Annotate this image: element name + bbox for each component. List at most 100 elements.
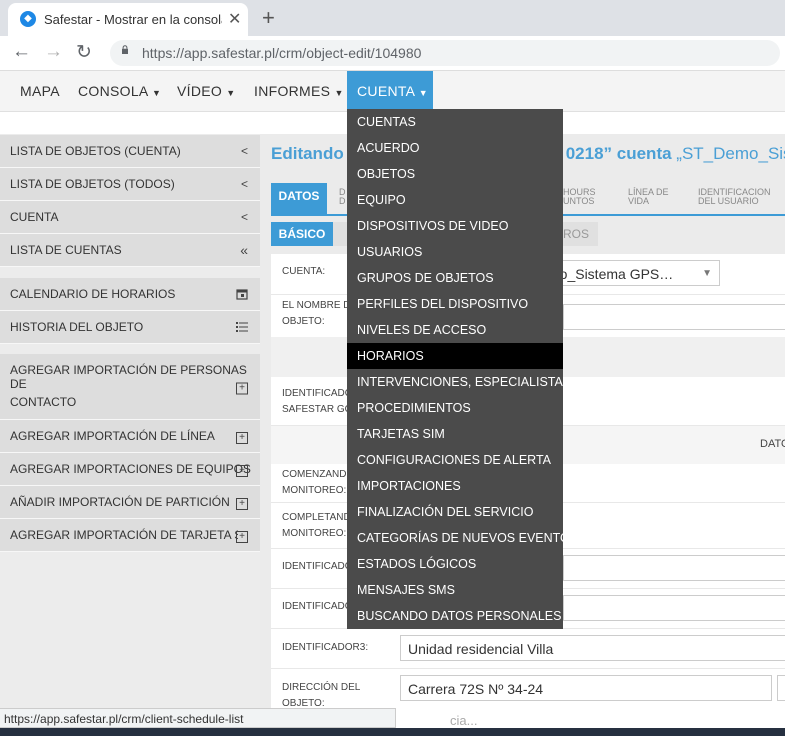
tab-datos[interactable]: DATOS <box>271 183 327 216</box>
object-name-label-b: OBJETO: <box>282 316 325 327</box>
sidebar-item-label-line2: CONTACTO <box>10 395 77 409</box>
nav-informes-label: INFORMES <box>254 83 331 99</box>
nav-video-label: VÍDEO <box>177 83 223 99</box>
double-chevron-left-icon: « <box>240 242 248 258</box>
nav-mapa[interactable]: MAPA <box>20 71 60 111</box>
caret-down-icon: ▼ <box>418 88 428 98</box>
main-nav: MAPA CONSOLA ▼ VÍDEO ▼ INFORMES ▼ CUENTA… <box>0 71 785 112</box>
sidebar-item-import-contacts[interactable]: AGREGAR IMPORTACIÓN DE PERSONAS DE CONTA… <box>0 354 260 420</box>
start-monitoring-label-b: MONITOREO: <box>282 485 347 496</box>
menu-item-access-levels[interactable]: NIVELES DE ACCESO <box>347 317 563 343</box>
menu-item-objetos[interactable]: OBJETOS <box>347 161 563 187</box>
start-monitoring-label: COMENZANDO MONITOREO: <box>282 467 354 499</box>
tab-user-id-b: DEL USUARIO <box>698 196 759 206</box>
url-input[interactable]: https://app.safestar.pl/crm/object-edit/… <box>110 40 780 66</box>
sidebar-item-import-sim[interactable]: AGREGAR IMPORTACIÓN DE TARJETA SIM + <box>0 519 260 552</box>
menu-item-cuentas[interactable]: CUENTAS <box>347 109 563 135</box>
url-host: https://app.safestar.pl <box>142 45 276 61</box>
address-label-a: DIRECCIÓN DEL <box>282 682 361 693</box>
object-name-label: EL NOMBRE D OBJETO: <box>282 298 351 330</box>
sidebar-item-object-history[interactable]: HISTORIA DEL OBJETO <box>0 311 260 344</box>
menu-item-alert-settings[interactable]: CONFIGURACIONES DE ALERTA <box>347 447 563 473</box>
cuenta-select[interactable]: mo_Sistema GPS… ▼ <box>540 260 720 286</box>
ident-gps-label: IDENTIFICADO SAFESTAR GO <box>282 386 353 418</box>
tab-hours[interactable]: HOURS UNTOS <box>563 188 596 221</box>
sidebar-item-account[interactable]: CUENTA < <box>0 201 260 234</box>
cuenta-select-value: mo_Sistema GPS… <box>548 266 674 282</box>
menu-item-personal-data-search[interactable]: BUSCANDO DATOS PERSONALES <box>347 603 563 629</box>
caret-down-icon: ▼ <box>334 88 344 98</box>
tab-hidden-1[interactable]: DD <box>339 188 346 221</box>
sidebar-item-label: AÑADIR IMPORTACIÓN DE PARTICIÓN <box>10 495 230 509</box>
menu-item-logical-states[interactable]: ESTADOS LÓGICOS <box>347 551 563 577</box>
cuenta-dropdown-menu: CUENTAS ACUERDO OBJETOS EQUIPO DISPOSITI… <box>347 109 578 629</box>
sidebar-item-label: CUENTA <box>10 210 59 224</box>
plus-box-icon: + <box>236 486 248 518</box>
new-tab-icon[interactable]: + <box>262 5 275 31</box>
identifier2-input[interactable] <box>563 595 785 621</box>
tab-user-id[interactable]: IDENTIFICACION DEL USUARIO <box>698 188 771 221</box>
plus-box-icon: + <box>236 379 248 394</box>
sidebar-item-label: LISTA DE CUENTAS <box>10 243 122 257</box>
sidebar-item-objects-all[interactable]: LISTA DE OBJETOS (TODOS) < <box>0 168 260 201</box>
menu-item-horarios[interactable]: HORARIOS <box>347 343 563 369</box>
end-monitoring-label-a: COMPLETAND <box>282 512 351 523</box>
tab-basico[interactable]: BÁSICO <box>271 222 333 246</box>
menu-item-object-groups[interactable]: GRUPOS DE OBJETOS <box>347 265 563 291</box>
list-icon <box>236 322 248 332</box>
tab-hours-b: UNTOS <box>563 196 595 206</box>
identifier3-input[interactable]: Unidad residencial Villa <box>400 635 785 661</box>
menu-item-interventions[interactable]: INTERVENCIONES, ESPECIALISTAS <box>347 369 571 395</box>
taskbar-strip <box>0 728 785 736</box>
sidebar-item-objects-account[interactable]: LISTA DE OBJETOS (CUENTA) < <box>0 135 260 168</box>
tab-lifeline[interactable]: LÍNEA DE VIDA <box>628 188 669 221</box>
plus-box-icon: + <box>236 453 248 485</box>
tab-subtab-ros[interactable]: ROS <box>563 227 589 241</box>
menu-item-service-end[interactable]: FINALIZACIÓN DEL SERVICIO <box>347 499 563 525</box>
ident-gps-label-b: SAFESTAR GO <box>282 404 353 415</box>
nav-video[interactable]: VÍDEO ▼ <box>177 71 236 111</box>
menu-item-sim-cards[interactable]: TARJETAS SIM <box>347 421 563 447</box>
sidebar-item-import-partition[interactable]: AÑADIR IMPORTACIÓN DE PARTICIÓN + <box>0 486 260 519</box>
address-extra-button[interactable] <box>777 675 785 701</box>
address-input[interactable]: Carrera 72S Nº 34-24 <box>400 675 772 701</box>
identifier1-input[interactable] <box>563 555 785 581</box>
menu-item-procedures[interactable]: PROCEDIMIENTOS <box>347 395 563 421</box>
nav-informes[interactable]: INFORMES ▼ <box>254 71 344 111</box>
browser-tab[interactable]: ◆ Safestar - Mostrar en la consola ✕ <box>8 3 248 36</box>
menu-item-video-devices[interactable]: DISPOSITIVOS DE VIDEO <box>347 213 563 239</box>
chevron-left-icon: < <box>240 210 248 224</box>
menu-item-acuerdo[interactable]: ACUERDO <box>347 135 563 161</box>
divider <box>271 668 785 669</box>
bottom-hint-text: cia... <box>450 713 478 728</box>
ident-gps-label-a: IDENTIFICADO <box>282 388 353 399</box>
sidebar-item-import-equipment[interactable]: AGREGAR IMPORTACIONES DE EQUIPOS + <box>0 453 260 486</box>
menu-item-event-categories[interactable]: CATEGORÍAS DE NUEVOS EVENTOS <box>347 525 578 551</box>
sidebar-item-label: LISTA DE OBJETOS (TODOS) <box>10 177 175 191</box>
forward-arrow-icon[interactable]: → <box>44 41 63 63</box>
chevron-down-icon: ▼ <box>702 268 712 279</box>
menu-item-usuarios[interactable]: USUARIOS <box>347 239 563 265</box>
menu-item-equipo[interactable]: EQUIPO <box>347 187 563 213</box>
object-name-label-a: EL NOMBRE D <box>282 300 351 311</box>
tab-close-icon[interactable]: ✕ <box>228 9 241 29</box>
sidebar-item-label: AGREGAR IMPORTACIONES DE EQUIPOS <box>10 462 251 476</box>
back-arrow-icon[interactable]: ← <box>12 41 31 63</box>
menu-item-imports[interactable]: IMPORTACIONES <box>347 473 563 499</box>
sidebar-item-accounts-list[interactable]: LISTA DE CUENTAS « <box>0 234 260 267</box>
plus-box-icon: + <box>236 420 248 452</box>
end-monitoring-label: COMPLETAND MONITOREO: <box>282 510 351 542</box>
title-account: „ST_Demo_Siste <box>676 144 785 163</box>
object-name-input[interactable] <box>563 304 785 330</box>
caret-down-icon: ▼ <box>152 88 162 98</box>
sidebar-item-schedule-calendar[interactable]: CALENDARIO DE HORARIOS <box>0 278 260 311</box>
calendar-icon <box>236 289 248 300</box>
chevron-left-icon: < <box>240 177 248 191</box>
menu-item-device-profiles[interactable]: PERFILES DEL DISPOSITIVO <box>347 291 563 317</box>
sidebar-item-import-line[interactable]: AGREGAR IMPORTACIÓN DE LÍNEA + <box>0 420 260 453</box>
menu-item-sms-messages[interactable]: MENSAJES SMS <box>347 577 563 603</box>
nav-consola[interactable]: CONSOLA ▼ <box>78 71 161 111</box>
reload-icon[interactable]: ↻ <box>76 41 92 64</box>
nav-consola-label: CONSOLA <box>78 83 148 99</box>
nav-cuenta[interactable]: CUENTA ▼ <box>347 71 433 111</box>
